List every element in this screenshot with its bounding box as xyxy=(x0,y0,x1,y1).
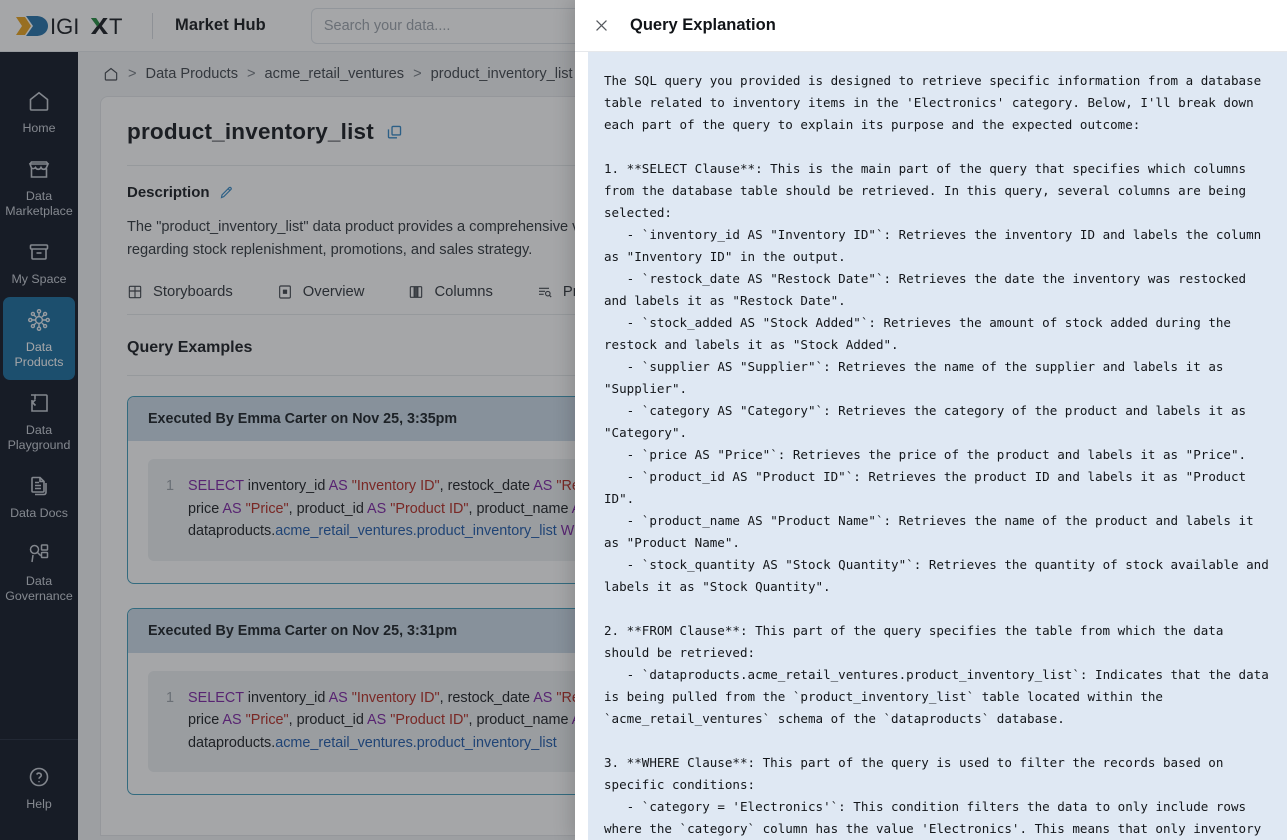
panel-title: Query Explanation xyxy=(630,16,776,34)
sidebar-item-data-marketplace[interactable]: Data Marketplace xyxy=(0,146,78,229)
sidebar-item-label: Home xyxy=(22,121,56,135)
code-line-number: 1 xyxy=(166,689,175,706)
topbar-divider xyxy=(152,12,153,39)
tab-storyboards[interactable]: Storyboards xyxy=(127,284,233,300)
home-icon xyxy=(29,91,49,111)
sidebar-item-data-products[interactable]: Data Products xyxy=(3,297,75,380)
sidebar: Home Data Marketplace My Space Data Prod… xyxy=(0,52,78,840)
sidebar-item-my-space[interactable]: My Space xyxy=(0,229,78,297)
documents-icon xyxy=(31,476,47,496)
breadcrumb-separator: > xyxy=(247,66,256,82)
tab-label: Columns xyxy=(434,284,493,300)
sidebar-divider xyxy=(0,739,78,740)
breadcrumb-item-schema[interactable]: acme_retail_ventures xyxy=(265,66,405,82)
overview-icon xyxy=(278,285,291,299)
sidebar-item-label: Data Marketplace xyxy=(5,189,73,218)
archive-icon xyxy=(29,244,49,260)
sidebar-item-label: Data Governance xyxy=(5,574,73,603)
close-icon[interactable] xyxy=(593,17,610,34)
copy-icon[interactable] xyxy=(386,124,403,141)
governance-icon xyxy=(29,544,49,563)
tab-label: Storyboards xyxy=(153,284,233,300)
sidebar-item-help[interactable]: Help xyxy=(0,754,78,822)
sidebar-item-data-playground[interactable]: Data Playground xyxy=(0,380,78,463)
tab-overview[interactable]: Overview xyxy=(277,284,365,300)
explanation-text: The SQL query you provided is designed t… xyxy=(604,73,1269,836)
breadcrumb-separator: > xyxy=(413,66,422,82)
store-icon xyxy=(28,161,50,178)
columns-icon xyxy=(410,286,423,298)
digixt-logo-icon: IGI T xyxy=(16,14,122,39)
breadcrumb-item-data-products[interactable]: Data Products xyxy=(146,66,238,82)
pencil-icon[interactable] xyxy=(219,185,234,200)
hub-network-icon xyxy=(27,308,51,332)
sidebar-item-home[interactable]: Home xyxy=(0,78,78,146)
explanation-container: The SQL query you provided is designed t… xyxy=(588,52,1287,840)
svg-text:IGI: IGI xyxy=(50,14,79,39)
panel-body: The SQL query you provided is designed t… xyxy=(575,52,1287,840)
tab-columns[interactable]: Columns xyxy=(408,284,493,300)
sidebar-item-label: Data Docs xyxy=(10,506,68,520)
home-icon[interactable] xyxy=(103,66,119,82)
sidebar-item-label: Data Products xyxy=(14,340,64,369)
description-label: Description xyxy=(127,184,210,201)
code-file-icon xyxy=(31,394,48,412)
breadcrumb-separator: > xyxy=(128,66,137,82)
tab-label: Overview xyxy=(302,284,365,300)
brand-logo[interactable]: IGI T xyxy=(0,12,140,40)
sidebar-item-data-governance[interactable]: Data Governance xyxy=(0,531,78,614)
sidebar-item-label: Data Playground xyxy=(7,423,71,452)
grid-icon xyxy=(128,285,142,299)
panel-header: Query Explanation xyxy=(575,0,1287,52)
app-title: Market Hub xyxy=(175,16,266,34)
code-line-number: 1 xyxy=(166,478,175,494)
question-circle-icon xyxy=(29,767,49,787)
preview-search-icon xyxy=(538,287,552,298)
svg-text:T: T xyxy=(109,14,122,39)
query-explanation-panel: Query Explanation The SQL query you prov… xyxy=(575,0,1287,840)
search-placeholder: Search your data.... xyxy=(323,17,451,34)
sidebar-item-label: My Space xyxy=(11,272,67,286)
breadcrumb-item-current: product_inventory_list xyxy=(430,66,573,82)
sidebar-item-data-docs[interactable]: Data Docs xyxy=(0,463,78,531)
sidebar-item-label: Help xyxy=(26,797,52,811)
page-title: product_inventory_list xyxy=(127,119,374,144)
